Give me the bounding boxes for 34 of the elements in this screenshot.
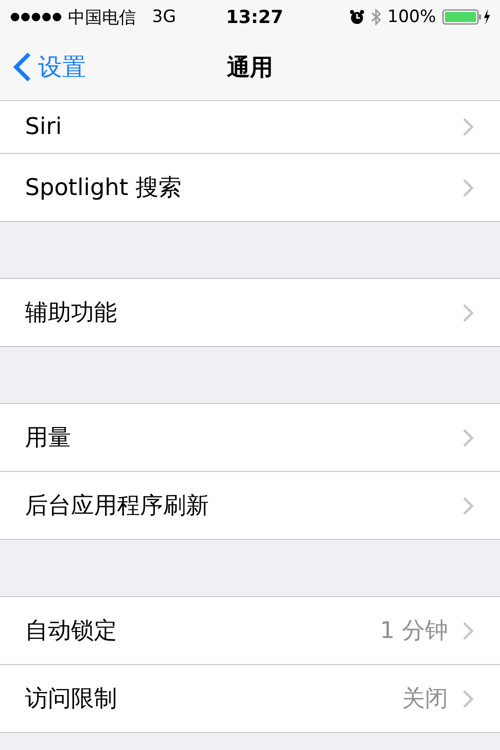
chevron-right-icon [462, 428, 474, 448]
back-button[interactable]: 设置 [0, 51, 86, 83]
settings-row[interactable]: 用量 [0, 404, 500, 471]
battery-percentage: 100% [387, 7, 436, 27]
row-label: 辅助功能 [25, 299, 118, 328]
row-label: Siri [25, 114, 63, 140]
row-label: 访问限制 [25, 685, 118, 714]
signal-icon [10, 12, 62, 22]
row-label: 后台应用程序刷新 [25, 492, 210, 521]
alarm-clock-icon [349, 9, 366, 25]
row-value: 1 分钟 [380, 617, 448, 646]
row-label: 用量 [25, 424, 72, 453]
settings-row[interactable]: 辅助功能 [0, 279, 500, 346]
chevron-right-icon [462, 688, 474, 708]
chevron-left-icon [12, 51, 32, 83]
page-title: 通用 [227, 54, 273, 82]
settings-row[interactable]: 后台应用程序刷新 [0, 471, 500, 539]
status-time: 13:27 [226, 6, 284, 28]
chevron-right-icon [462, 178, 474, 198]
carrier-name: 中国电信 [68, 6, 136, 28]
settings-row[interactable]: Siri [0, 101, 500, 153]
battery-charging-icon [442, 8, 492, 26]
row-label: Spotlight 搜索 [25, 174, 183, 203]
row-label: 自动锁定 [25, 617, 118, 646]
chevron-right-icon [462, 620, 474, 640]
chevron-right-icon [462, 302, 474, 322]
settings-row[interactable]: 自动锁定 1 分钟 [0, 597, 500, 664]
settings-row[interactable]: Spotlight 搜索 [0, 153, 500, 221]
bluetooth-icon [371, 8, 382, 26]
row-value: 关闭 [402, 685, 448, 714]
chevron-right-icon [462, 117, 474, 137]
network-type: 3G [152, 7, 176, 27]
settings-row[interactable]: 访问限制 关闭 [0, 664, 500, 732]
chevron-right-icon [462, 496, 474, 516]
